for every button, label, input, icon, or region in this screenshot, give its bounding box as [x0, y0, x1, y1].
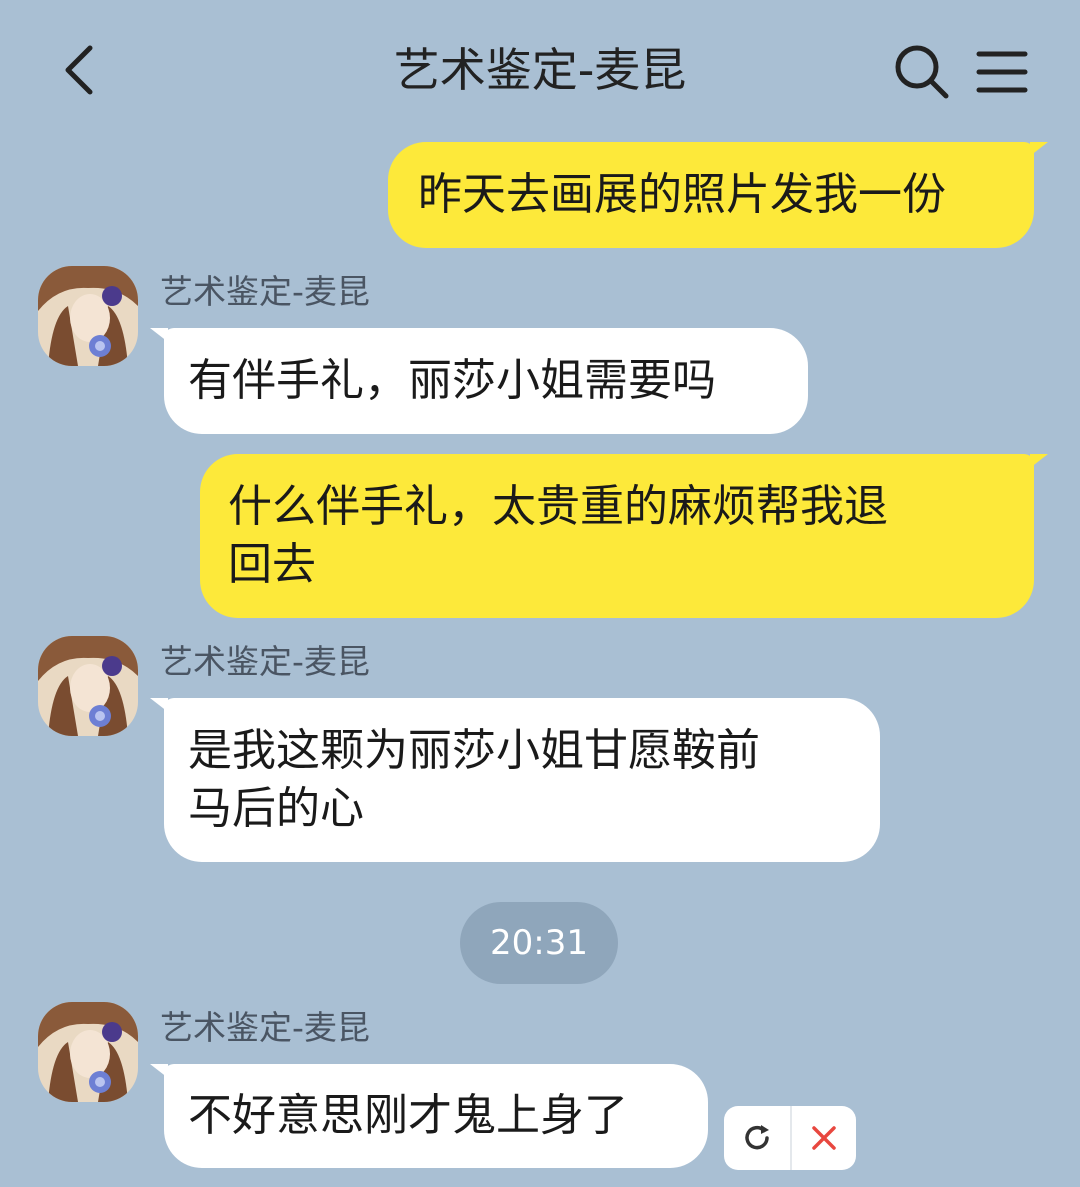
sender-name: 艺术鉴定-麦昆: [160, 272, 370, 311]
sender-name: 艺术鉴定-麦昆: [160, 642, 370, 681]
message-text-line: 是我这颗为丽莎小姐甘愿鞍前: [188, 725, 760, 776]
message-text: 有伴手礼，丽莎小姐需要吗: [188, 355, 716, 406]
avatar-image: [38, 636, 138, 736]
avatar[interactable]: [38, 636, 138, 736]
their-message-bubble[interactable]: 有伴手礼，丽莎小姐需要吗: [164, 328, 808, 434]
avatar-image: [38, 1002, 138, 1102]
my-message-bubble[interactable]: 什么伴手礼，太贵重的麻烦帮我退 回去: [200, 454, 1034, 618]
message-text-line: 马后的心: [188, 783, 364, 834]
search-button[interactable]: [890, 40, 954, 104]
retry-button[interactable]: [724, 1106, 790, 1170]
their-message-bubble[interactable]: 不好意思刚才鬼上身了: [164, 1064, 708, 1168]
chat-header: 艺术鉴定-麦昆: [0, 0, 1080, 140]
message-text-line: 什么伴手礼，太贵重的麻烦帮我退: [228, 481, 888, 532]
close-icon: [812, 1126, 836, 1150]
refresh-icon: [745, 1125, 769, 1150]
avatar[interactable]: [38, 1002, 138, 1102]
bubble-tail: [150, 1064, 168, 1078]
bubble-tail: [150, 698, 168, 712]
my-message-bubble[interactable]: 昨天去画展的照片发我一份: [388, 142, 1034, 248]
message-text: 昨天去画展的照片发我一份: [418, 169, 946, 220]
menu-button[interactable]: [970, 40, 1034, 104]
bubble-tail: [1030, 454, 1048, 468]
message-text: 不好意思刚才鬼上身了: [188, 1090, 628, 1141]
cancel-button[interactable]: [792, 1106, 856, 1170]
bubble-tail: [150, 328, 168, 342]
timestamp-pill: 20:31: [460, 902, 618, 984]
their-message-bubble[interactable]: 是我这颗为丽莎小姐甘愿鞍前 马后的心: [164, 698, 880, 862]
message-text-line: 回去: [228, 539, 316, 590]
avatar-image: [38, 266, 138, 366]
bubble-tail: [1030, 142, 1048, 156]
hamburger-menu-icon: [976, 51, 1028, 93]
sender-name: 艺术鉴定-麦昆: [160, 1008, 370, 1047]
avatar[interactable]: [38, 266, 138, 366]
failed-message-actions: [724, 1106, 856, 1170]
search-icon: [895, 45, 949, 99]
